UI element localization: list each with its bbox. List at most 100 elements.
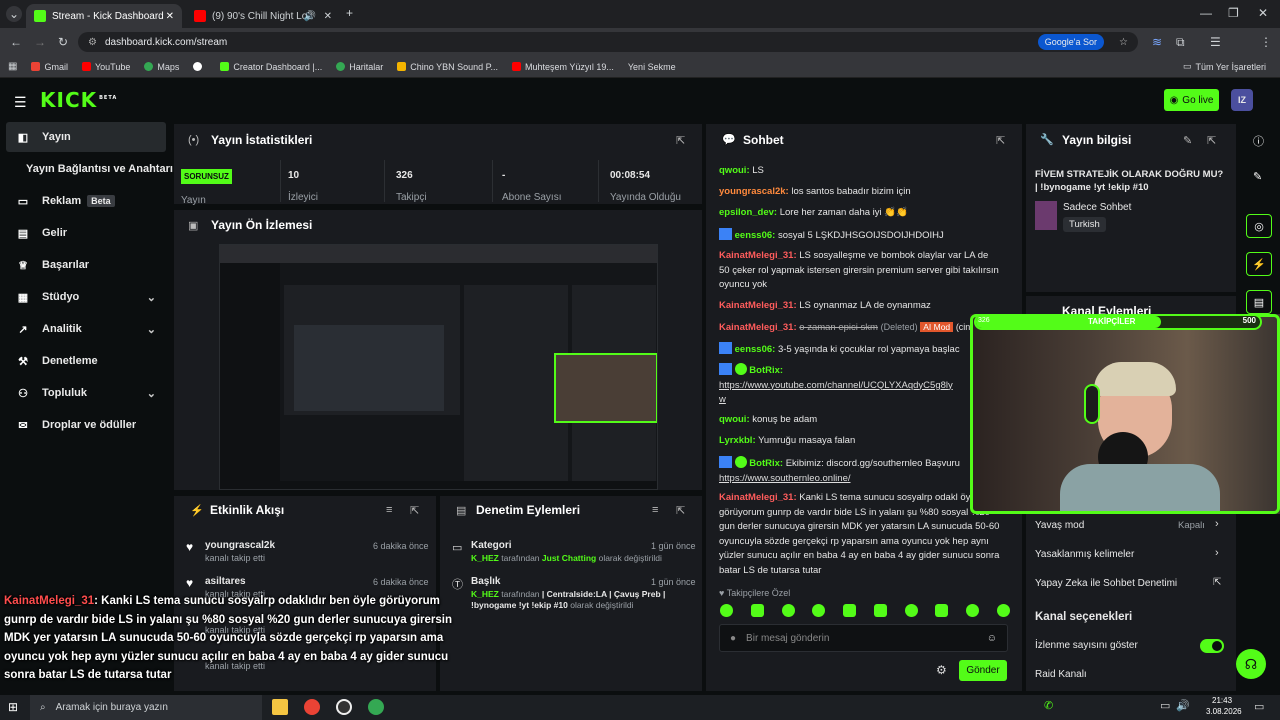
emote-icon[interactable] <box>750 604 764 617</box>
show-viewers-toggle[interactable] <box>1200 639 1224 653</box>
chat-user[interactable]: eenss06: <box>735 344 776 355</box>
whatsapp-icon[interactable]: ✆ <box>1044 699 1053 712</box>
tab-lofi[interactable]: (9) 90's Chill Night Lofi 🔊 ✕ <box>186 4 340 28</box>
banned-words-label[interactable]: Yasaklanmış kelimeler <box>1035 549 1134 560</box>
emote-icon[interactable] <box>935 604 949 617</box>
puzzle-icon[interactable]: ⧉ <box>1176 35 1185 50</box>
network-icon[interactable]: ▭ <box>1160 699 1170 712</box>
chrome-icon[interactable] <box>304 699 320 715</box>
emote-icon[interactable] <box>966 604 980 617</box>
activity-user[interactable]: asiltares <box>205 576 246 587</box>
chat-user[interactable]: qwoui: <box>719 165 750 176</box>
bookmark-google[interactable] <box>193 62 206 71</box>
chat-user[interactable]: eenss06: <box>735 230 776 241</box>
hamburger-menu-icon[interactable]: ☰ <box>14 94 27 111</box>
popout-icon[interactable]: ⇱ <box>410 504 419 517</box>
extension-icon[interactable]: ≋ <box>1152 35 1162 49</box>
close-window-icon[interactable]: ✕ <box>1258 6 1268 20</box>
kick-logo[interactable]: KICK BETA <box>40 88 117 112</box>
site-info-icon[interactable]: ⚙ <box>88 37 97 48</box>
notification-icon[interactable]: ▭ <box>1254 700 1264 713</box>
chat-user[interactable]: KainatMelegi_31: <box>719 250 797 261</box>
emote-icon[interactable] <box>873 604 887 617</box>
ai-mod-label[interactable]: Yapay Zeka ile Sohbet Denetimi <box>1035 578 1177 589</box>
chat-user[interactable]: KainatMelegi_31: <box>719 300 797 311</box>
bookmark-yeni-sekme[interactable]: Yeni Sekme <box>628 62 676 72</box>
support-headset-icon[interactable]: ☊ <box>1236 649 1266 679</box>
chat-user[interactable]: KainatMelegi_31: <box>719 492 797 503</box>
bookmark-maps[interactable]: Maps <box>144 62 179 72</box>
target-icon[interactable]: ◎ <box>1246 214 1272 238</box>
taskbar-search[interactable]: ⌕ Aramak için buraya yazın <box>30 695 262 720</box>
obs-icon[interactable] <box>336 699 352 715</box>
popout-icon[interactable]: ⇱ <box>676 504 685 517</box>
tab-search-icon[interactable]: ⌄ <box>6 6 22 22</box>
new-tab-icon[interactable]: + <box>346 6 353 20</box>
chat-input[interactable]: ● Bir mesaj gönderin ☺ <box>719 624 1008 652</box>
popout-icon[interactable]: ⇱ <box>996 134 1005 147</box>
chrome-icon[interactable] <box>368 699 384 715</box>
close-icon[interactable]: ✕ <box>324 11 332 22</box>
popout-icon[interactable]: ⇱ <box>676 134 685 147</box>
back-icon[interactable]: ← <box>10 35 22 49</box>
chevron-right-icon[interactable]: › <box>1215 518 1219 530</box>
edit-icon[interactable]: ✎ <box>1183 134 1192 147</box>
all-bookmarks[interactable]: ▭ Tüm Yer İşaretleri <box>1183 61 1266 72</box>
chat-user[interactable]: BotRix: <box>749 365 783 376</box>
reading-list-icon[interactable]: ☰ <box>1210 35 1221 49</box>
speaker-icon[interactable]: 🔊 <box>304 11 316 22</box>
emote-icon[interactable] <box>781 604 795 617</box>
sidebar-item-yayin[interactable]: ◧ Yayın <box>6 122 166 152</box>
menu-icon[interactable]: ⋮ <box>1260 35 1272 49</box>
pencil-icon[interactable]: ✎ <box>1253 170 1262 183</box>
slow-mode-value[interactable]: Kapalı <box>1178 520 1205 531</box>
bookmark-muhtesem[interactable]: Muhteşem Yüzyıl 19... <box>512 62 614 72</box>
preview-video[interactable] <box>219 244 658 490</box>
chevron-right-icon[interactable]: › <box>1215 547 1219 559</box>
address-bar[interactable]: ⚙ dashboard.kick.com/stream Google'a Sor… <box>78 32 1138 52</box>
sidebar-item-topluluk[interactable]: ⚇ Topluluk ⌄ <box>6 378 166 408</box>
info-icon[interactable]: ⓘ <box>1253 133 1264 149</box>
emote-icon[interactable] <box>812 604 826 617</box>
chat-user[interactable]: BotRix: <box>749 458 783 469</box>
emote-icon[interactable] <box>843 604 857 617</box>
file-explorer-icon[interactable] <box>272 699 288 715</box>
chat-user[interactable]: epsilon_dev: <box>719 207 777 218</box>
sidebar-item-stream-key[interactable]: Yayın Bağlantısı ve Anahtarı <box>6 154 174 184</box>
clipboard-icon[interactable]: ▤ <box>1246 290 1272 314</box>
chat-user[interactable]: Lyrxkbl: <box>719 435 756 446</box>
sidebar-item-reklam[interactable]: ▭ Reklam Beta <box>6 186 166 216</box>
sidebar-item-denetleme[interactable]: ⚒ Denetleme <box>6 346 166 376</box>
minimize-icon[interactable]: — <box>1200 6 1212 20</box>
mod-actor[interactable]: K_HEZ <box>471 589 499 599</box>
forward-icon[interactable]: → <box>34 35 46 49</box>
chat-user[interactable]: youngrascal2k: <box>719 186 789 197</box>
filter-icon[interactable]: ≡ <box>386 504 392 516</box>
chat-link[interactable]: https://www.youtube.com/channel/UCQLYXAq… <box>719 380 953 391</box>
sidebar-item-studyo[interactable]: ▦ Stüdyo ⌄ <box>6 282 166 312</box>
sidebar-item-basarilar[interactable]: ♕ Başarılar <box>6 250 166 280</box>
bolt-icon[interactable]: ⚡ <box>1246 252 1272 276</box>
user-avatar[interactable]: IZ <box>1231 89 1253 111</box>
emote-icon[interactable] <box>996 604 1010 617</box>
tab-kick-dashboard[interactable]: Stream - Kick Dashboard ✕ <box>26 4 182 28</box>
send-button[interactable]: Gönder <box>959 660 1007 681</box>
chat-user[interactable]: qwoui: <box>719 414 750 425</box>
chat-link[interactable]: https://www.southernleo.online/ <box>719 473 851 484</box>
restore-icon[interactable]: ❐ <box>1228 6 1239 20</box>
sidebar-item-droplar[interactable]: ✉ Droplar ve ödüller <box>6 410 166 440</box>
chat-link[interactable]: w <box>719 394 726 405</box>
bookmark-haritalar[interactable]: Haritalar <box>336 62 383 72</box>
go-live-button[interactable]: ◉ Go live <box>1164 89 1219 111</box>
filter-icon[interactable]: ≡ <box>652 504 658 516</box>
bookmark-gmail[interactable]: Gmail <box>31 62 68 72</box>
apps-grid-icon[interactable]: ▦ <box>8 61 17 72</box>
google-ask-button[interactable]: Google'a Sor <box>1037 34 1104 50</box>
emoji-icon[interactable]: ☺ <box>987 633 997 644</box>
star-icon[interactable]: ☆ <box>1119 37 1128 48</box>
bookmark-chino[interactable]: Chino YBN Sound P... <box>397 62 498 72</box>
popout-icon[interactable]: ⇱ <box>1207 134 1216 147</box>
external-link-icon[interactable]: ⇱ <box>1213 577 1221 588</box>
emote-icon[interactable] <box>720 604 733 617</box>
raid-label[interactable]: Raid Kanalı <box>1035 669 1087 680</box>
